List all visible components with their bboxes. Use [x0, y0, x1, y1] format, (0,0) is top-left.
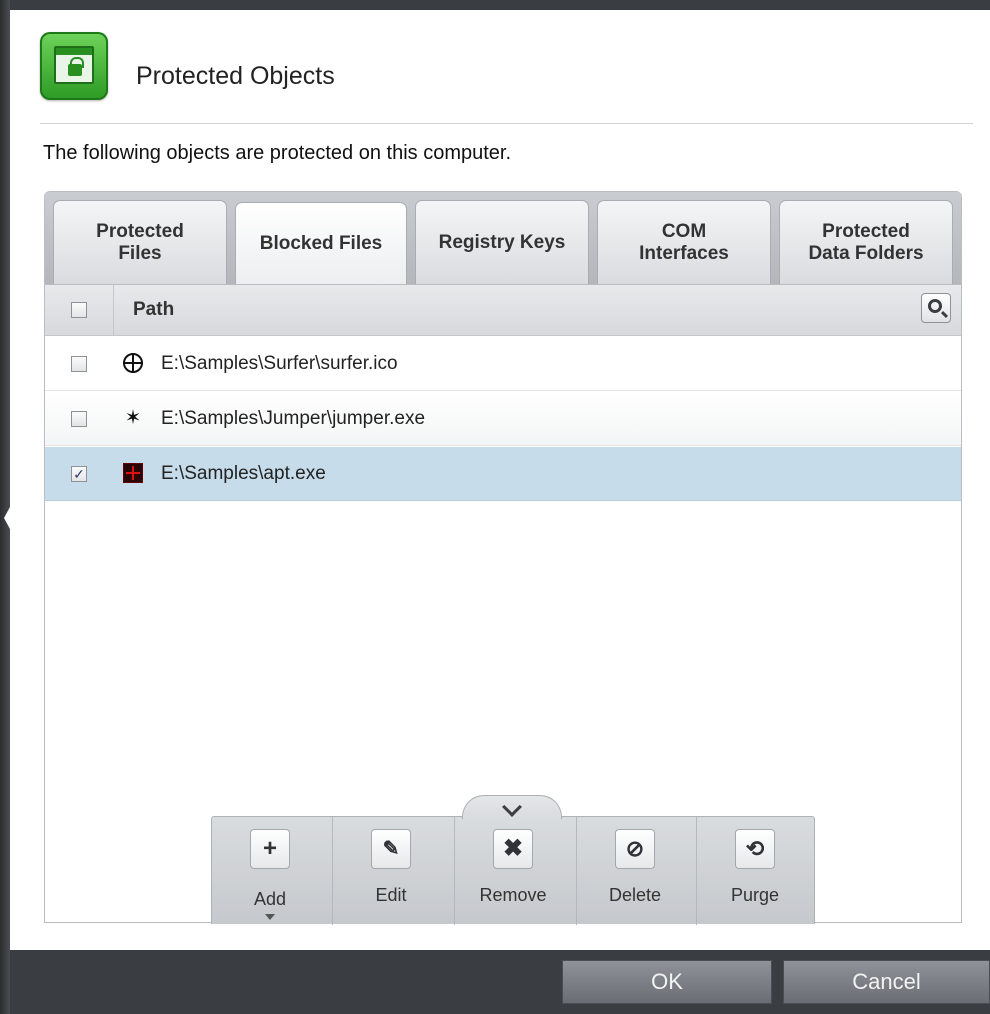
- cancel-button[interactable]: Cancel: [783, 960, 990, 1004]
- objects-panel: Protected Files Blocked Files Registry K…: [44, 191, 962, 925]
- protected-objects-dialog: Protected Objects The following objects …: [10, 10, 990, 950]
- dialog-title: Protected Objects: [136, 62, 335, 90]
- action-toolbar: + Add ✎ Edit ✖ Remove ⊘ Delete ⟲ Purge: [211, 795, 816, 925]
- search-button[interactable]: [921, 293, 951, 323]
- column-separator: [113, 285, 114, 335]
- path-column-header[interactable]: Path: [133, 299, 174, 321]
- tab-blocked-files[interactable]: Blocked Files: [235, 202, 407, 284]
- tab-registry-keys[interactable]: Registry Keys: [415, 200, 589, 284]
- dialog-header: Protected Objects: [40, 32, 965, 102]
- block-icon: ⊘: [615, 829, 655, 869]
- chevron-down-icon: [502, 797, 522, 817]
- row-path: E:\Samples\apt.exe: [161, 463, 326, 484]
- remove-label: Remove: [479, 885, 547, 905]
- toolbar-collapse-handle[interactable]: [462, 795, 562, 819]
- refresh-icon: ⟲: [735, 829, 775, 869]
- search-icon: [928, 299, 942, 313]
- row-checkbox[interactable]: [71, 356, 87, 372]
- delete-button[interactable]: ⊘ Delete: [576, 817, 696, 925]
- ok-button[interactable]: OK: [562, 960, 772, 1004]
- table-row[interactable]: E:\Samples\Surfer\surfer.ico: [45, 337, 961, 391]
- pencil-icon: ✎: [371, 829, 411, 869]
- tab-protected-data-folders[interactable]: Protected Data Folders: [779, 200, 953, 284]
- purge-label: Purge: [730, 885, 780, 905]
- purge-button[interactable]: ⟲ Purge: [696, 817, 816, 925]
- row-checkbox[interactable]: ✓: [71, 466, 87, 482]
- protected-window-lock-icon: [40, 32, 108, 100]
- remove-button[interactable]: ✖ Remove: [454, 817, 574, 925]
- tab-strip: Protected Files Blocked Files Registry K…: [45, 192, 961, 284]
- add-label: Add: [253, 889, 287, 909]
- table-header: Path: [45, 284, 961, 336]
- target-icon: [123, 353, 143, 373]
- table-row[interactable]: ✶ E:\Samples\Jumper\jumper.exe: [45, 392, 961, 446]
- tab-protected-files[interactable]: Protected Files: [53, 200, 227, 284]
- add-button[interactable]: + Add: [212, 817, 332, 925]
- tab-com-interfaces[interactable]: COM Interfaces: [597, 200, 771, 284]
- row-path: E:\Samples\Surfer\surfer.ico: [161, 353, 398, 374]
- window-left-notch: [4, 496, 16, 540]
- select-all-checkbox[interactable]: [71, 302, 87, 318]
- edit-button[interactable]: ✎ Edit: [332, 817, 452, 925]
- dialog-description: The following objects are protected on t…: [43, 142, 512, 164]
- edit-label: Edit: [375, 885, 407, 905]
- dropdown-arrow-icon[interactable]: [265, 914, 275, 920]
- header-divider: [40, 123, 973, 124]
- delete-label: Delete: [608, 885, 662, 905]
- close-icon: ✖: [493, 829, 533, 869]
- crosshair-app-icon: [123, 463, 143, 483]
- spider-icon: ✶: [124, 407, 142, 429]
- row-checkbox[interactable]: [71, 411, 87, 427]
- row-path: E:\Samples\Jumper\jumper.exe: [161, 408, 426, 429]
- plus-icon: +: [250, 829, 290, 869]
- table-row[interactable]: ✓ E:\Samples\apt.exe: [45, 447, 961, 501]
